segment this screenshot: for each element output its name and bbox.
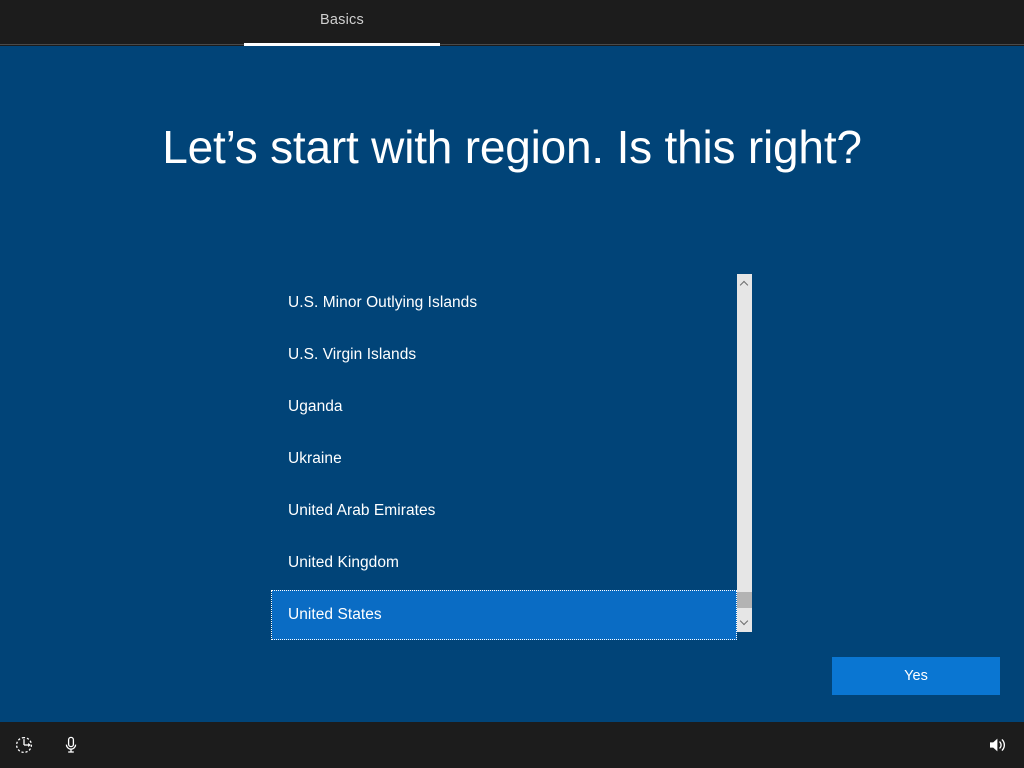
region-list-item-label: Uganda	[288, 398, 343, 415]
tab-basics-label: Basics	[320, 11, 364, 28]
volume-icon[interactable]	[986, 733, 1010, 757]
confirm-yes-button[interactable]: Yes	[832, 657, 1000, 695]
region-list-item[interactable]: U.S. Virgin Islands	[272, 330, 737, 380]
tab-active-indicator	[244, 43, 440, 46]
tab-basics[interactable]: Basics	[244, 0, 440, 46]
region-listbox[interactable]: U.S. Minor Outlying Islands U.S. Virgin I…	[271, 274, 737, 640]
region-list-item[interactable]: United States	[272, 590, 737, 640]
region-list-item[interactable]: Uganda	[272, 382, 737, 432]
oobe-screen: Basics Let’s start with region. Is this …	[0, 0, 1024, 768]
header-bar: Basics	[0, 0, 1024, 46]
region-list-container: U.S. Minor Outlying Islands U.S. Virgin I…	[271, 274, 752, 640]
scroll-down-button[interactable]	[737, 613, 752, 630]
chevron-down-icon	[741, 618, 748, 625]
chevron-up-icon	[741, 281, 748, 288]
page-title: Let’s start with region. Is this right?	[162, 121, 862, 173]
microphone-icon[interactable]	[59, 733, 83, 757]
ease-of-access-icon[interactable]	[12, 733, 36, 757]
region-list-scrollbar[interactable]	[737, 274, 752, 632]
region-list-item-label: U.S. Minor Outlying Islands	[288, 294, 478, 311]
region-list-item-label: U.S. Virgin Islands	[288, 346, 417, 363]
region-list-item[interactable]: United Kingdom	[272, 538, 737, 588]
region-list-item-label: Ukraine	[288, 450, 342, 467]
scroll-up-button[interactable]	[737, 276, 752, 293]
region-list-item-label: United Arab Emirates	[288, 502, 436, 519]
region-list-item-label: United States	[288, 606, 382, 623]
scrollbar-thumb[interactable]	[737, 592, 752, 608]
region-list-item[interactable]: Ukraine	[272, 434, 737, 484]
header-divider	[0, 44, 1024, 45]
taskbar	[0, 722, 1024, 768]
region-list-item[interactable]: U.S. Minor Outlying Islands	[272, 278, 737, 328]
region-list-item[interactable]: United Arab Emirates	[272, 486, 737, 536]
region-list-item-label: United Kingdom	[288, 554, 399, 571]
